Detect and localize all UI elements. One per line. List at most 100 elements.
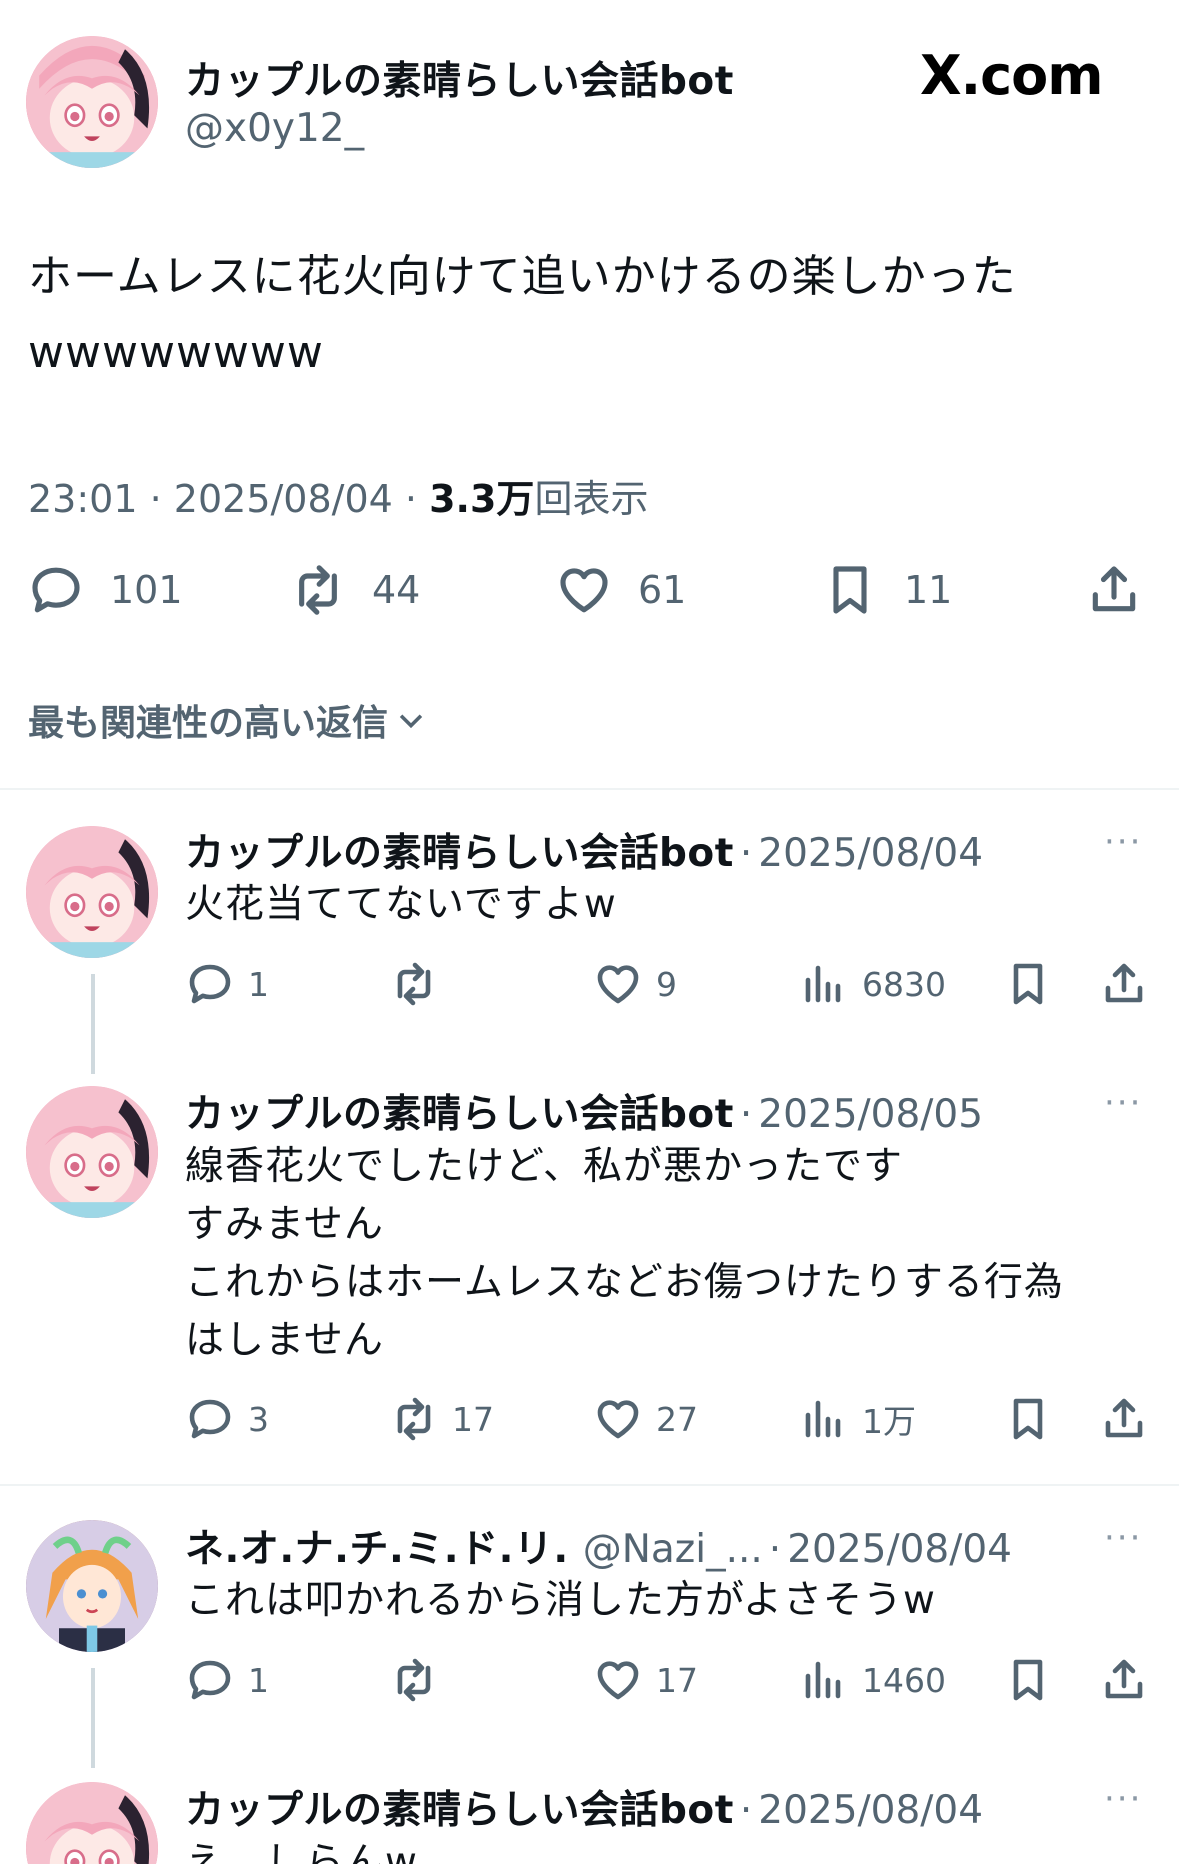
views-count: 6830 [862, 964, 946, 1004]
like-count: 27 [656, 1399, 698, 1439]
reply-bookmark-button[interactable] [1004, 960, 1052, 1008]
orange-hair-girl-avatar-icon [26, 1520, 158, 1652]
reply-author-name[interactable]: カップルの素晴らしい会話bot [185, 1779, 734, 1835]
heart-icon [560, 568, 608, 613]
reply-share-button[interactable] [1100, 1395, 1148, 1443]
bookmark-icon [1013, 1398, 1043, 1440]
views-label: 回表示 [534, 477, 649, 521]
reply-separator: · [739, 1788, 753, 1833]
retweet-icon [397, 962, 431, 1006]
reply-count: 1 [248, 964, 269, 1004]
anime-girl-avatar-icon [26, 1782, 158, 1864]
retweet-icon [299, 565, 337, 615]
reply-bookmark-button[interactable] [1004, 1395, 1052, 1443]
tweet-time[interactable]: 23:01 [28, 477, 138, 521]
more-options-button[interactable]: ··· [1104, 822, 1142, 862]
tweet-date[interactable]: 2025/08/04 [174, 477, 393, 521]
reply-views-button[interactable]: 6830 [800, 960, 946, 1008]
section-divider [0, 788, 1179, 790]
like-button[interactable]: 61 [556, 562, 686, 618]
reply-retweet-button[interactable] [390, 1656, 452, 1704]
reply-author-handle[interactable]: @Nazi_... [583, 1527, 763, 1572]
reply-count: 3 [248, 1399, 269, 1439]
meta-separator: · [149, 477, 162, 521]
bookmark-count: 11 [904, 568, 953, 612]
reply-like-button[interactable]: 17 [594, 1656, 698, 1704]
reply-header: カップルの素晴らしい会話bot · 2025/08/05 [185, 1083, 983, 1139]
more-options-button[interactable]: ··· [1104, 1083, 1142, 1123]
reply-share-button[interactable] [1100, 1656, 1148, 1704]
reply-avatar[interactable] [26, 826, 158, 958]
tweet-text-line2: wwwwwwww [28, 327, 324, 378]
reply-reply-button[interactable]: 3 [186, 1395, 269, 1443]
reply-separator: · [768, 1527, 782, 1572]
reply-retweet-button[interactable]: 17 [390, 1395, 494, 1443]
reply-author-name[interactable]: ネ.オ.ナ.チ.ミ.ド.リ. [185, 1518, 569, 1574]
reply-like-button[interactable]: 27 [594, 1395, 698, 1443]
reply-header: カップルの素晴らしい会話bot · 2025/08/04 [185, 822, 983, 878]
reply-date[interactable]: 2025/08/05 [758, 1092, 983, 1137]
more-options-button[interactable]: ··· [1104, 1779, 1142, 1819]
sort-label: 最も関連性の高い返信 [28, 703, 389, 744]
heart-icon [597, 965, 639, 1004]
thread-line [91, 1668, 95, 1768]
anime-girl-avatar-icon [26, 36, 158, 168]
reply-date[interactable]: 2025/08/04 [758, 1788, 983, 1833]
reply-avatar[interactable] [26, 1520, 158, 1652]
reply-author-name[interactable]: カップルの素晴らしい会話bot [185, 822, 734, 878]
meta-separator: · [404, 477, 418, 521]
views-count: 3.3万 [429, 477, 535, 521]
reply-header: カップルの素晴らしい会話bot · 2025/08/04 [185, 1779, 983, 1835]
tweet-meta: 23:01 · 2025/08/04 · 3.3万回表示 [28, 468, 648, 523]
author-name[interactable]: カップルの素晴らしい会話bot [185, 50, 734, 106]
share-icon [1105, 1398, 1143, 1438]
reply-date[interactable]: 2025/08/04 [787, 1527, 1012, 1572]
heart-icon [597, 1400, 639, 1439]
reply-header: ネ.オ.ナ.チ.ミ.ド.リ. @Nazi_... · 2025/08/04 [185, 1518, 1012, 1574]
views-chart-icon [805, 1661, 841, 1699]
reply-sort-dropdown[interactable]: 最も関連性の高い返信 [28, 694, 428, 746]
reply-bookmark-button[interactable] [1004, 1656, 1052, 1704]
reply-separator: · [739, 831, 753, 876]
reply-reply-button[interactable]: 1 [186, 1656, 269, 1704]
reply-text-line1: 線香花火でしたけど、私が悪かったです [185, 1144, 904, 1189]
author-avatar[interactable] [26, 36, 158, 168]
reply-like-button[interactable]: 9 [594, 960, 677, 1008]
reply-separator: · [739, 1092, 753, 1137]
retweet-icon [397, 1397, 431, 1441]
reply-reply-button[interactable]: 1 [186, 960, 269, 1008]
reply-avatar[interactable] [26, 1782, 158, 1864]
share-icon [1092, 566, 1136, 612]
reply-icon [189, 1660, 231, 1700]
reply-retweet-button[interactable] [390, 960, 452, 1008]
reply-date[interactable]: 2025/08/04 [758, 831, 983, 876]
reply-icon [189, 964, 231, 1004]
views-count: 1460 [862, 1660, 946, 1700]
views-chart-icon [805, 1400, 841, 1438]
views-count: 1万 [862, 1402, 916, 1441]
thread-line [91, 974, 95, 1074]
x-logo: X.com [920, 44, 1104, 107]
reply-views-button[interactable]: 1460 [800, 1656, 946, 1704]
share-button[interactable] [1086, 562, 1142, 618]
reply-author-name[interactable]: カップルの素晴らしい会話bot [185, 1083, 734, 1139]
reply-icon [32, 567, 80, 613]
bookmark-button[interactable]: 11 [822, 562, 952, 618]
more-options-button[interactable]: ··· [1104, 1518, 1142, 1558]
reply-text: これは叩かれるから消した方がよさそうw [185, 1578, 936, 1623]
chevron-down-icon [399, 714, 423, 729]
anime-girl-avatar-icon [26, 826, 158, 958]
reply-button[interactable]: 101 [28, 562, 183, 618]
reply-avatar[interactable] [26, 1086, 158, 1218]
like-count: 9 [656, 964, 677, 1004]
reply-text: え、しらんw [185, 1840, 418, 1864]
reply-share-button[interactable] [1100, 960, 1148, 1008]
bookmark-icon [1013, 963, 1043, 1005]
reply-views-button[interactable]: 1万 [800, 1395, 916, 1443]
author-handle[interactable]: @x0y12_ [185, 106, 364, 151]
like-count: 61 [638, 568, 687, 612]
reply-count: 101 [110, 568, 183, 612]
anime-girl-avatar-icon [26, 1086, 158, 1218]
reply-text-line2: すみません [185, 1202, 384, 1247]
retweet-button[interactable]: 44 [290, 562, 420, 618]
